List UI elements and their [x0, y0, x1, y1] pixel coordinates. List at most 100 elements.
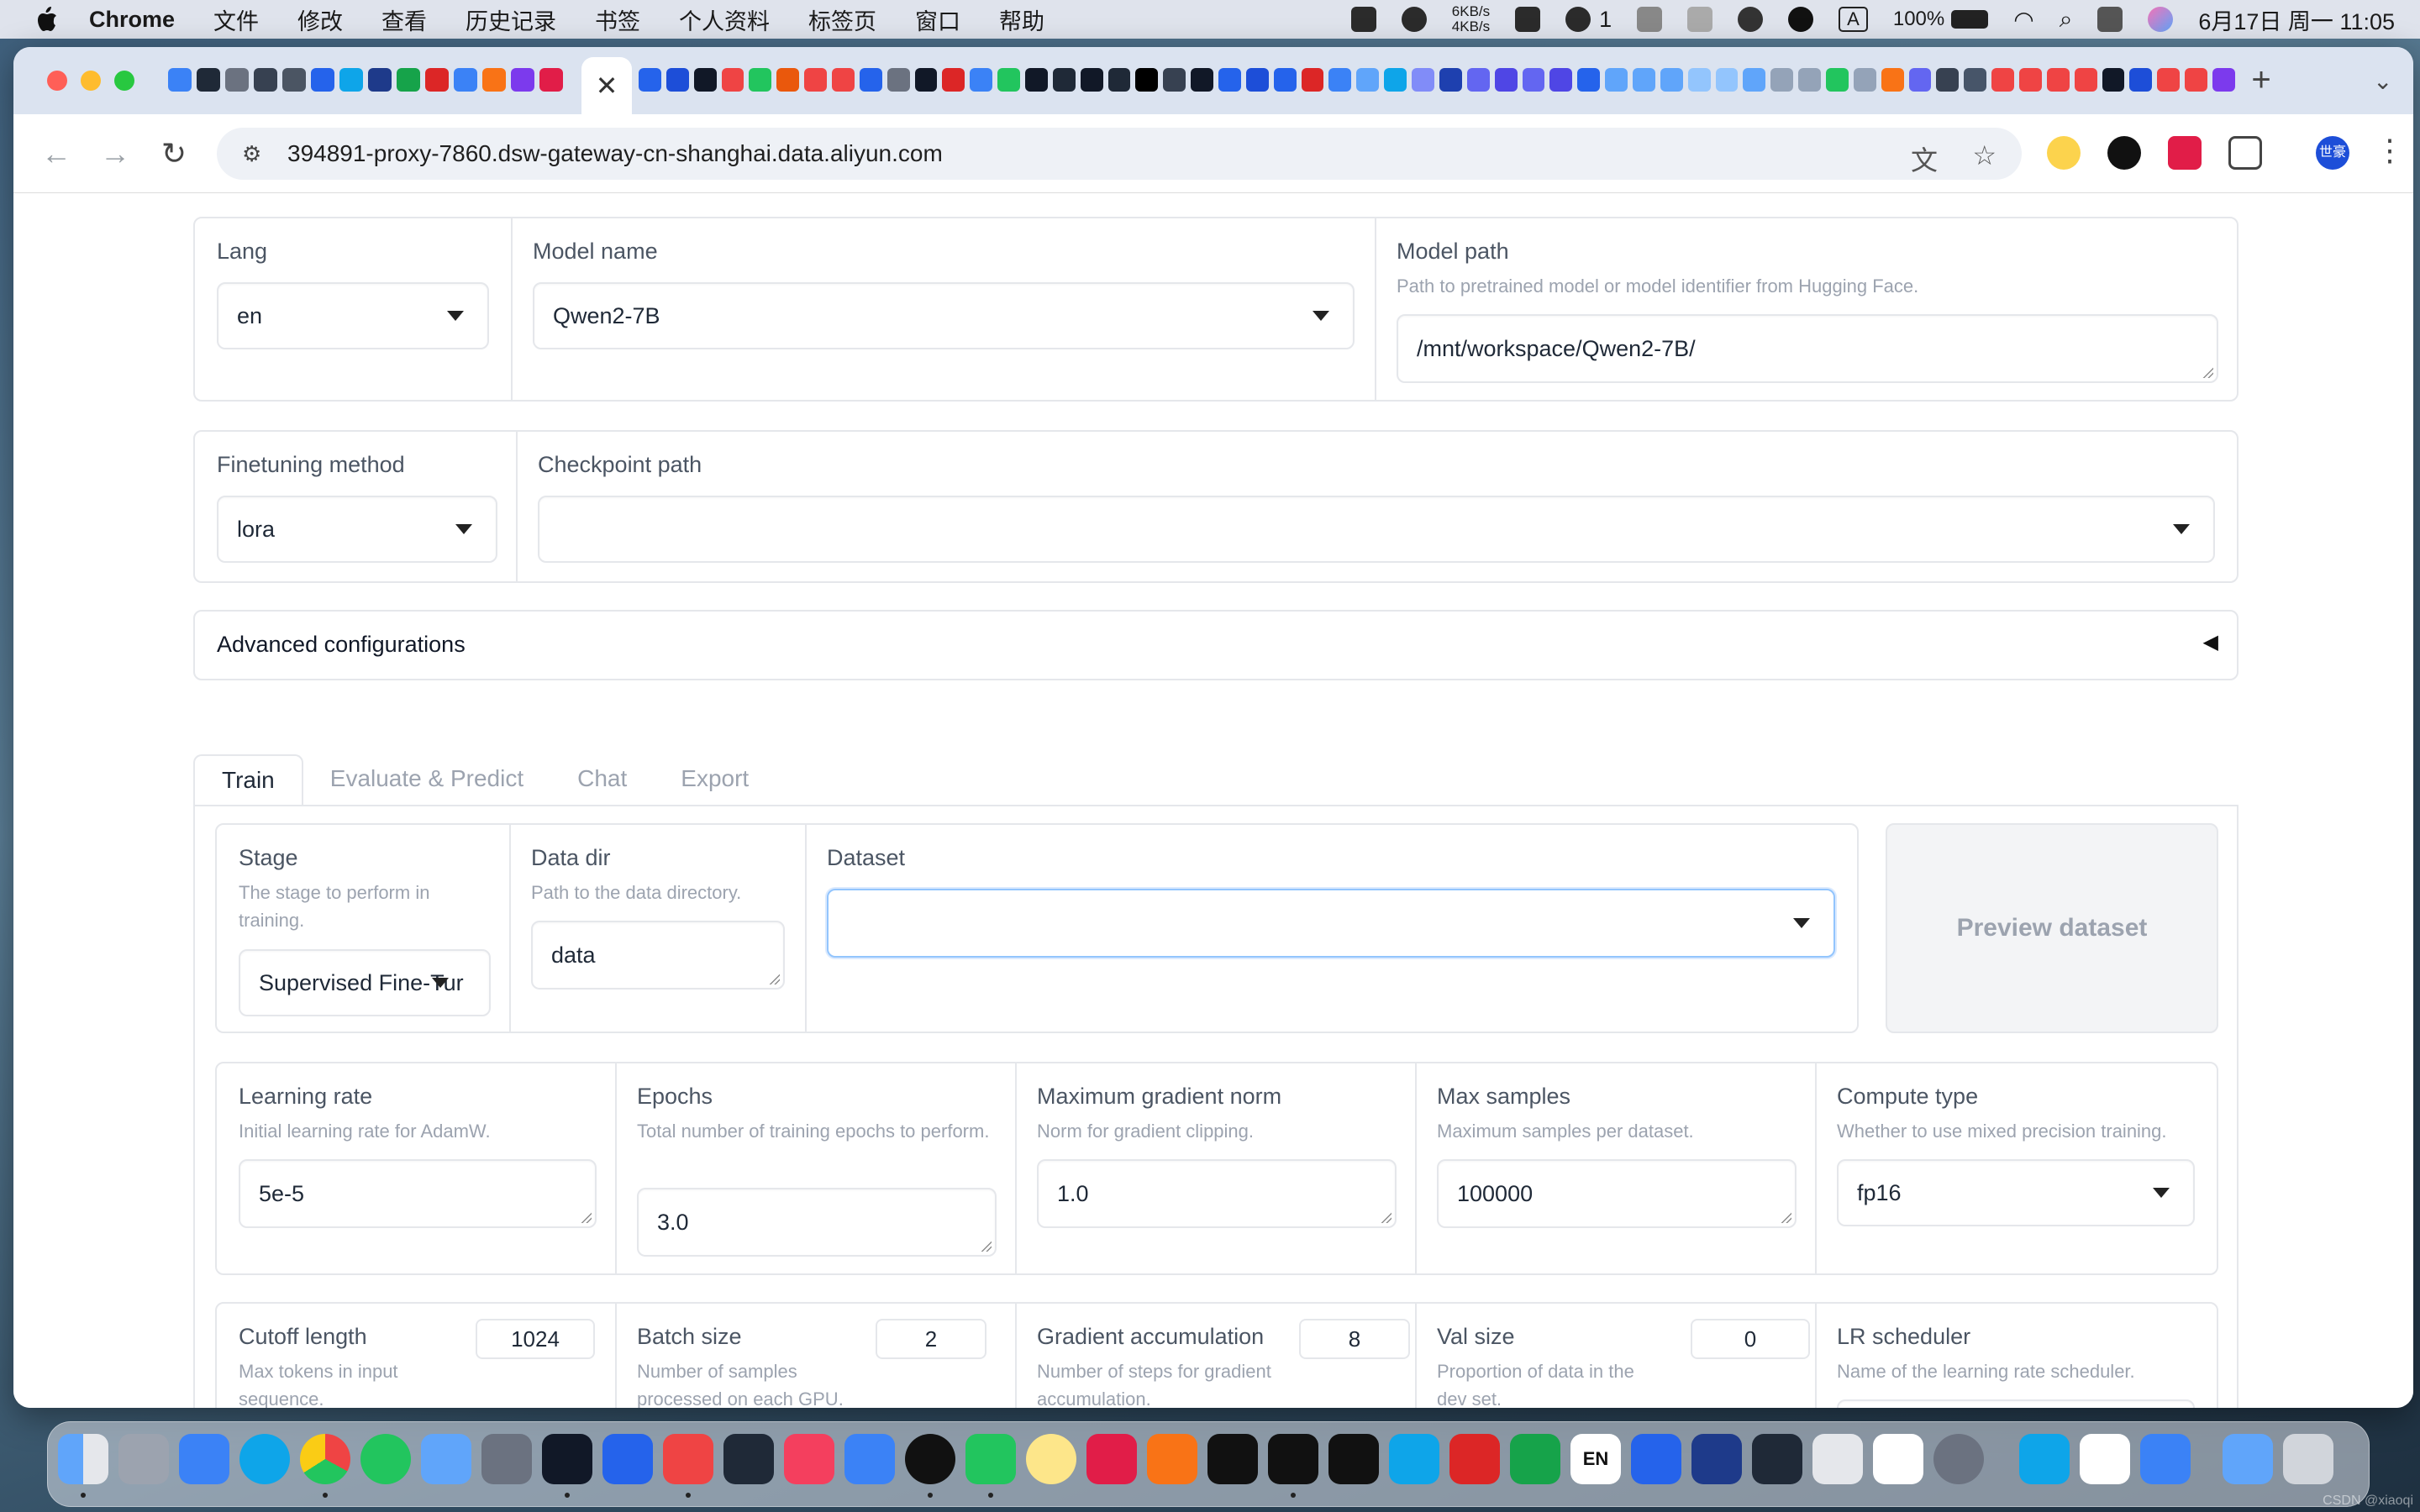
tab-favicon[interactable] — [2018, 68, 2042, 92]
tab-favicon[interactable] — [942, 68, 965, 92]
moon-icon[interactable] — [1788, 7, 1814, 32]
tab-favicon[interactable] — [197, 68, 220, 92]
tab-favicon[interactable] — [1412, 68, 1434, 92]
extension-icon[interactable] — [2047, 136, 2081, 170]
tab-favicon[interactable] — [368, 68, 392, 92]
tab-favicon[interactable] — [1908, 68, 1932, 92]
tab-favicon[interactable] — [914, 68, 938, 92]
tab-favicon[interactable] — [970, 68, 993, 92]
tab-favicon[interactable] — [1798, 68, 1821, 92]
tab-favicon[interactable] — [2157, 68, 2181, 92]
menu-profiles[interactable]: 个人资料 — [679, 3, 770, 36]
tab-favicon[interactable] — [1936, 68, 1960, 92]
site-settings-icon[interactable]: ⚙ — [242, 141, 276, 167]
safari-icon[interactable] — [239, 1434, 290, 1484]
tab-favicon[interactable] — [1770, 68, 1794, 92]
pycharm-icon[interactable] — [1268, 1434, 1318, 1484]
extension-icon[interactable] — [2168, 136, 2202, 170]
tab-export[interactable]: Export — [654, 754, 776, 806]
tab-favicon[interactable] — [282, 68, 306, 92]
tab-favicon[interactable] — [1687, 68, 1711, 92]
apple-icon[interactable] — [34, 5, 62, 34]
tab-favicon[interactable] — [1025, 68, 1048, 92]
wechat-status[interactable]: 1 — [1565, 7, 1612, 33]
url-text[interactable]: 394891-proxy-7860.dsw-gateway-cn-shangha… — [287, 140, 943, 167]
tab-favicon[interactable] — [1439, 68, 1462, 92]
app-store-icon[interactable] — [179, 1434, 229, 1484]
tab-favicon[interactable] — [1356, 68, 1380, 92]
menu-help[interactable]: 帮助 — [999, 3, 1044, 36]
translate-icon[interactable]: 文 — [1911, 139, 1938, 178]
telegram-icon[interactable] — [360, 1434, 411, 1484]
tab-favicon[interactable] — [1328, 68, 1352, 92]
tab-favicon[interactable] — [311, 68, 334, 92]
menu-window[interactable]: 窗口 — [915, 3, 960, 36]
tab-favicon[interactable] — [1163, 68, 1186, 92]
menu-view[interactable]: 查看 — [381, 3, 427, 36]
wifi-icon[interactable]: ◠ — [2013, 6, 2033, 34]
screenshot-icon[interactable] — [481, 1434, 532, 1484]
app-icon[interactable] — [844, 1434, 895, 1484]
system-settings-icon[interactable] — [1933, 1434, 1984, 1484]
app-icon[interactable] — [1752, 1434, 1802, 1484]
max-grad-norm-input[interactable]: 1.0 — [1037, 1159, 1397, 1228]
tab-favicon[interactable] — [1715, 68, 1739, 92]
control-center-icon[interactable] — [2097, 7, 2123, 32]
close-tab-icon[interactable]: ✕ — [596, 70, 618, 102]
tab-favicon[interactable] — [1301, 68, 1324, 92]
cutoff-length-number[interactable]: 1024 — [476, 1319, 595, 1359]
tab-favicon[interactable] — [859, 68, 882, 92]
finetuning-dropdown[interactable]: lora — [217, 496, 497, 563]
app-icon[interactable] — [1026, 1434, 1076, 1484]
tab-favicon[interactable] — [997, 68, 1021, 92]
battery-status[interactable]: 100% — [1893, 8, 1989, 31]
tab-favicon[interactable] — [2046, 68, 2070, 92]
tab-favicon[interactable] — [693, 68, 717, 92]
tab-favicon[interactable] — [1605, 68, 1628, 92]
tab-favicon[interactable] — [1494, 68, 1518, 92]
app-icon[interactable] — [1812, 1434, 1863, 1484]
tab-favicon[interactable] — [1245, 68, 1269, 92]
profile-avatar[interactable]: 世豪 — [2316, 136, 2349, 170]
tab-favicon[interactable] — [1577, 68, 1601, 92]
clion-icon[interactable] — [1328, 1434, 1379, 1484]
zoom-window-button[interactable] — [114, 71, 134, 91]
app-icon[interactable] — [1631, 1434, 1681, 1484]
tab-favicon[interactable] — [1632, 68, 1655, 92]
ollama-icon[interactable] — [2080, 1434, 2130, 1484]
matlab-icon[interactable] — [1147, 1434, 1197, 1484]
resize-handle-icon[interactable] — [980, 1240, 992, 1252]
tab-favicon[interactable] — [1273, 68, 1297, 92]
tab-favicon[interactable] — [804, 68, 828, 92]
tab-favicon[interactable] — [2212, 68, 2235, 92]
val-size-number[interactable]: 0 — [1691, 1319, 1810, 1359]
app-icon[interactable] — [1449, 1434, 1500, 1484]
word-icon[interactable] — [602, 1434, 653, 1484]
tab-favicon[interactable] — [721, 68, 744, 92]
tab-favicon[interactable] — [886, 68, 910, 92]
launchpad-icon[interactable] — [118, 1434, 169, 1484]
menu-file[interactable]: 文件 — [213, 3, 259, 36]
tab-favicon[interactable] — [339, 68, 363, 92]
dataset-dropdown[interactable] — [827, 889, 1835, 958]
docker-icon[interactable] — [2019, 1434, 2070, 1484]
play-icon[interactable] — [1738, 7, 1764, 32]
puzzle-extensions-icon[interactable] — [2228, 136, 2262, 170]
tab-favicon[interactable] — [1743, 68, 1766, 92]
max-samples-input[interactable]: 100000 — [1437, 1159, 1797, 1228]
tab-favicon[interactable] — [1218, 68, 1241, 92]
tab-favicon[interactable] — [2102, 68, 2125, 92]
tab-favicon[interactable] — [1549, 68, 1573, 92]
tab-favicon[interactable] — [511, 68, 534, 92]
tab-favicon[interactable] — [1052, 68, 1076, 92]
tab-favicon[interactable] — [1825, 68, 1849, 92]
active-tab[interactable]: ✕ — [581, 57, 632, 114]
app-icon[interactable] — [1691, 1434, 1742, 1484]
tab-favicon[interactable] — [1080, 68, 1103, 92]
tab-evaluate-predict[interactable]: Evaluate & Predict — [303, 754, 550, 806]
qq-icon[interactable] — [905, 1434, 955, 1484]
tab-favicon[interactable] — [1853, 68, 1876, 92]
checkpoint-dropdown[interactable] — [538, 496, 2215, 563]
tab-train[interactable]: Train — [193, 754, 303, 806]
siri-icon[interactable] — [2148, 7, 2174, 32]
